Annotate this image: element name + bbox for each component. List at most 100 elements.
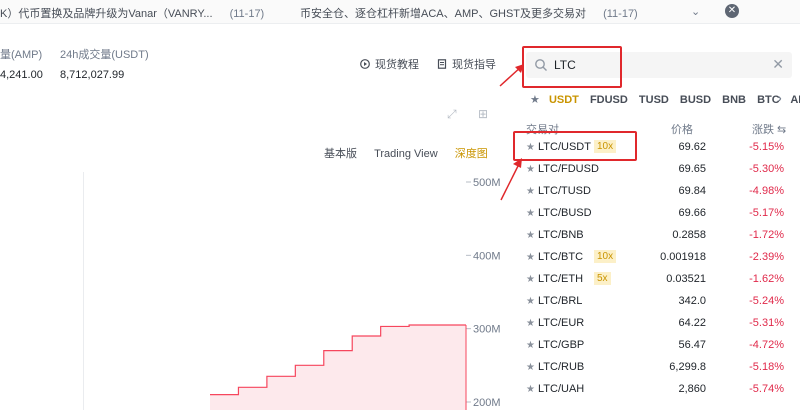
y-tick-label: 400M <box>473 250 501 262</box>
highlight-box <box>522 46 622 88</box>
table-row[interactable]: ★ LTC/EUR 64.22 -5.31% <box>526 313 792 335</box>
change-value: -5.31% <box>749 317 784 329</box>
clear-icon[interactable]: ✕ <box>772 56 784 73</box>
tab-busd[interactable]: BUSD <box>680 94 711 106</box>
price-value: 0.001918 <box>660 251 706 263</box>
table-row[interactable]: ★ LTC/GBP 56.47 -4.72% <box>526 335 792 357</box>
table-row[interactable]: ★ LTC/BUSD 69.66 -5.17% <box>526 203 792 225</box>
toggle-icon[interactable]: ⇆ <box>774 124 786 136</box>
y-tick-label: 300M <box>473 324 501 336</box>
announcement-text[interactable]: 币安全仓、逐仓杠杆新增ACA、AMP、GHST及更多交易对 <box>300 8 586 20</box>
change-value: -1.72% <box>749 229 784 241</box>
pair-name: LTC/TUSD <box>538 185 591 197</box>
leverage-badge: 5x <box>594 272 611 285</box>
pair-name: LTC/RUB <box>538 361 585 373</box>
change-value: -1.62% <box>749 273 784 285</box>
stat-label: 量(AMP) <box>0 49 43 61</box>
link-label: 现货指导 <box>452 59 496 71</box>
column-price[interactable]: 价格 <box>671 121 693 137</box>
price-value: 69.66 <box>678 207 706 219</box>
tab-alts[interactable]: AL <box>790 94 800 106</box>
annotation-arrow <box>499 64 524 87</box>
spot-tutorial-link[interactable]: 现货教程 <box>360 56 419 72</box>
change-value: -5.18% <box>749 361 784 373</box>
leverage-badge: 10x <box>594 250 617 263</box>
depth-chart: 500M400M300M200M <box>210 177 501 410</box>
chart-toolbar: ⤢ ⊞ <box>447 107 506 122</box>
star-icon[interactable]: ★ <box>526 340 535 351</box>
page: K）代币置换及品牌升级为Vanar（VANRY... (11-17) 币安全仓、… <box>0 0 800 410</box>
stat-label: 24h成交量(USDT) <box>60 49 149 61</box>
price-value: 342.0 <box>678 295 706 307</box>
star-icon[interactable]: ★ <box>526 274 535 285</box>
grid-layout-icon[interactable]: ⊞ <box>478 107 488 121</box>
table-row[interactable]: ★ LTC/BTC 10x 0.001918 -2.39% <box>526 247 792 269</box>
star-icon[interactable]: ★ <box>526 164 535 175</box>
star-icon[interactable]: ★ <box>526 384 535 395</box>
star-icon[interactable]: ★ <box>526 252 535 263</box>
market-table-body: ★ LTC/USDT 10x 69.62 -5.15% ★ LTC/FDUSD 69.65 -5… <box>526 137 792 401</box>
price-value: 69.62 <box>678 141 706 153</box>
chart-view-tabs: 基本版 Trading View 深度图 <box>324 145 502 161</box>
change-value: -2.39% <box>749 251 784 263</box>
fullscreen-icon[interactable]: ⤢ <box>447 107 457 122</box>
announcement-date: (11-17) <box>229 8 265 20</box>
price-value: 69.84 <box>678 185 706 197</box>
price-value: 64.22 <box>678 317 706 329</box>
table-row[interactable]: ★ LTC/ETH 5x 0.03521 -1.62% <box>526 269 792 291</box>
play-circle-icon <box>360 59 370 69</box>
table-row[interactable]: ★ LTC/TUSD 69.84 -4.98% <box>526 181 792 203</box>
document-icon <box>437 59 447 69</box>
tab-usdt[interactable]: USDT <box>549 94 579 106</box>
announcement-text[interactable]: K）代币置换及品牌升级为Vanar（VANRY... <box>0 8 213 20</box>
change-value: -5.17% <box>749 207 784 219</box>
announcement-bar: K）代币置换及品牌升级为Vanar（VANRY... (11-17) 币安全仓、… <box>0 0 800 24</box>
announcement-item[interactable]: K）代币置换及品牌升级为Vanar（VANRY... (11-17) <box>0 5 264 21</box>
highlight-box <box>513 131 637 161</box>
pair-name: LTC/GBP <box>538 339 585 351</box>
chevron-right-icon[interactable]: › <box>778 93 782 105</box>
stat-value: 4,241.00 <box>0 69 43 81</box>
star-icon[interactable]: ★ <box>526 296 535 307</box>
favorites-star-icon[interactable]: ★ <box>530 94 540 106</box>
stat-value: 8,712,027.99 <box>60 69 125 81</box>
change-value: -5.15% <box>749 141 784 153</box>
change-value: -4.72% <box>749 339 784 351</box>
star-icon[interactable]: ★ <box>526 208 535 219</box>
table-row[interactable]: ★ LTC/BRL 342.0 -5.24% <box>526 291 792 313</box>
column-change-label: 涨跌 <box>752 124 774 136</box>
tab-tusd[interactable]: TUSD <box>639 94 669 106</box>
table-row[interactable]: ★ LTC/RUB 6,299.8 -5.18% <box>526 357 792 379</box>
tab-tradingview[interactable]: Trading View <box>374 148 438 160</box>
tab-btc[interactable]: BTC <box>757 94 780 106</box>
annotation-arrow <box>500 158 522 201</box>
chevron-down-icon[interactable]: ⌄ <box>691 5 700 18</box>
star-icon[interactable]: ★ <box>526 186 535 197</box>
close-icon[interactable]: ✕ <box>725 4 739 18</box>
change-value: -5.74% <box>749 383 784 395</box>
change-value: -5.30% <box>749 163 784 175</box>
pair-name: LTC/BTC <box>538 251 584 263</box>
pair-name: LTC/EUR <box>538 317 585 329</box>
quote-asset-tabs: ★ USDT FDUSD TUSD BUSD BNB BTC AL › <box>530 93 800 106</box>
star-icon[interactable]: ★ <box>526 362 535 373</box>
price-value: 2,860 <box>678 383 706 395</box>
change-value: -4.98% <box>749 185 784 197</box>
announcement-date: (11-17) <box>603 8 638 20</box>
table-row[interactable]: ★ LTC/FDUSD 69.65 -5.30% <box>526 159 792 181</box>
spot-guide-link[interactable]: 现货指导 <box>437 56 496 72</box>
table-row[interactable]: ★ LTC/UAH 2,860 -5.74% <box>526 379 792 401</box>
price-value: 6,299.8 <box>669 361 706 373</box>
star-icon[interactable]: ★ <box>526 318 535 329</box>
tab-fdusd[interactable]: FDUSD <box>590 94 628 106</box>
pair-name: LTC/ETH <box>538 273 584 285</box>
tab-depth-chart[interactable]: 深度图 <box>455 148 488 160</box>
table-row[interactable]: ★ LTC/BNB 0.2858 -1.72% <box>526 225 792 247</box>
tab-basic[interactable]: 基本版 <box>324 148 357 160</box>
column-change[interactable]: 涨跌 ⇆ <box>752 121 786 137</box>
price-value: 69.65 <box>678 163 706 175</box>
star-icon[interactable]: ★ <box>526 230 535 241</box>
announcement-item[interactable]: 币安全仓、逐仓杠杆新增ACA、AMP、GHST及更多交易对 (11-17) <box>300 5 638 21</box>
tab-bnb[interactable]: BNB <box>722 94 746 106</box>
volume-24h-stat: 24h成交量(USDT) 8,712,027.99 <box>60 46 149 81</box>
